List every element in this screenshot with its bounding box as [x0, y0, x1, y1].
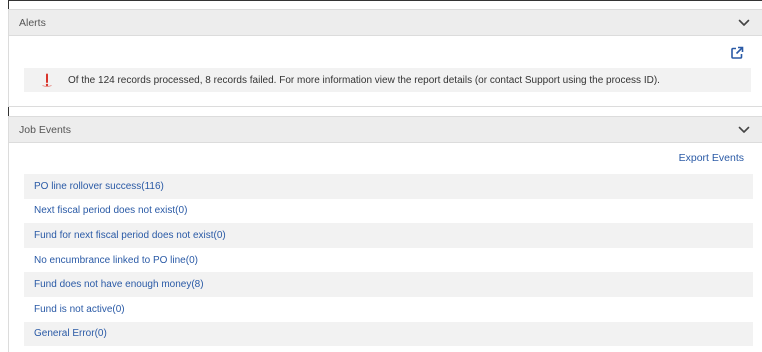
event-link[interactable]: Fund is not active(0): [34, 304, 125, 315]
list-item: PO line rollover success(116): [24, 174, 753, 199]
event-link[interactable]: Fund does not have enough money(8): [34, 279, 204, 290]
list-item: Next fiscal period does not exist(0): [24, 199, 753, 224]
alerts-header[interactable]: Alerts: [9, 10, 762, 36]
event-link[interactable]: General Error(0): [34, 328, 107, 339]
event-link[interactable]: PO line rollover success(116): [34, 181, 164, 192]
event-link[interactable]: No encumbrance linked to PO line(0): [34, 255, 198, 266]
event-link[interactable]: Fund for next fiscal period does not exi…: [34, 230, 226, 241]
alert-message-box: Of the 124 records processed, 8 records …: [24, 68, 751, 92]
list-item: Fund does not have enough money(8): [24, 272, 753, 297]
alerts-panel: Alerts Of the 124 records processed, 8 r…: [8, 9, 762, 107]
export-events-link[interactable]: Export Events: [679, 152, 744, 164]
alerts-title: Alerts: [19, 16, 46, 29]
list-item: Fund for next fiscal period does not exi…: [24, 223, 753, 248]
job-events-panel: Job Events Export Events PO line rollove…: [8, 116, 762, 352]
job-events-list: PO line rollover success(116) Next fisca…: [24, 174, 753, 347]
list-item: Fund is not active(0): [24, 297, 753, 322]
open-external-icon[interactable]: [730, 46, 744, 60]
event-link[interactable]: Next fiscal period does not exist(0): [34, 205, 187, 216]
chevron-down-icon[interactable]: [736, 15, 752, 31]
job-events-title: Job Events: [19, 123, 71, 136]
job-events-header[interactable]: Job Events: [9, 117, 762, 143]
chevron-down-icon[interactable]: [736, 122, 752, 138]
list-item: No encumbrance linked to PO line(0): [24, 248, 753, 273]
list-item: General Error(0): [24, 321, 753, 347]
alert-message: Of the 124 records processed, 8 records …: [68, 74, 660, 86]
exclamation-icon: [40, 73, 54, 87]
